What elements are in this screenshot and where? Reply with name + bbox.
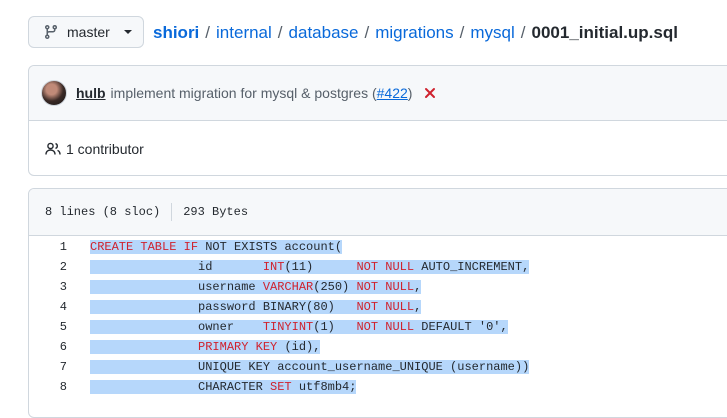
- selected-text: PRIMARY KEY (id),: [90, 340, 321, 354]
- x-icon[interactable]: [424, 87, 436, 99]
- file-info-divider: [171, 203, 173, 221]
- commit-author-link[interactable]: hulb: [76, 85, 106, 101]
- code-keyword: PRIMARY KEY: [198, 340, 278, 354]
- latest-commit-box: hulb implement migration for mysql & pos…: [28, 65, 727, 176]
- line-content: UNIQUE KEY account_username_UNIQUE (user…: [90, 357, 530, 377]
- code-line[interactable]: 5 owner TINYINT(1) NOT NULL DEFAULT '0',: [29, 317, 727, 337]
- breadcrumb-link-migrations[interactable]: migrations: [375, 23, 453, 43]
- latest-commit-row: hulb implement migration for mysql & pos…: [29, 66, 727, 121]
- git-branch-icon: [43, 24, 59, 40]
- caret-down-icon: [123, 27, 133, 37]
- line-number[interactable]: 8: [29, 377, 67, 397]
- line-content: username VARCHAR(250) NOT NULL,: [90, 277, 422, 297]
- breadcrumb-link-database[interactable]: database: [289, 23, 359, 43]
- selected-text: password BINARY(80) NOT NULL,: [90, 300, 422, 314]
- code-text: (11): [284, 260, 357, 274]
- code-text: UNIQUE KEY account_username_UNIQUE (user…: [90, 360, 530, 374]
- line-content: CHARACTER SET utf8mb4;: [90, 377, 357, 397]
- commit-message[interactable]: implement migration for mysql & postgres…: [111, 85, 413, 101]
- code-text: NOT EXISTS account(: [198, 240, 343, 254]
- code-text: id: [90, 260, 263, 274]
- line-number[interactable]: 7: [29, 357, 67, 377]
- line-content: id INT(11) NOT NULL AUTO_INCREMENT,: [90, 257, 530, 277]
- line-content: PRIMARY KEY (id),: [90, 337, 321, 357]
- contributors-row[interactable]: 1 contributor: [29, 121, 727, 177]
- file-line-count: 8 lines (8 sloc): [45, 205, 161, 219]
- branch-selector-button[interactable]: master: [28, 16, 144, 48]
- breadcrumb-separator: /: [277, 23, 283, 42]
- breadcrumb-link-internal[interactable]: internal: [216, 23, 272, 43]
- code-keyword: NOT NULL: [356, 300, 415, 314]
- breadcrumb-file-name: 0001_initial.up.sql: [531, 23, 678, 42]
- breadcrumb-separator: /: [459, 23, 465, 42]
- code-line[interactable]: 7 UNIQUE KEY account_username_UNIQUE (us…: [29, 357, 727, 377]
- breadcrumb-separator: /: [520, 23, 526, 42]
- code-text: DEFAULT '0',: [414, 320, 508, 334]
- selected-text: UNIQUE KEY account_username_UNIQUE (user…: [90, 360, 530, 374]
- code-keyword: CREATE TABLE IF: [90, 240, 199, 254]
- line-content: password BINARY(80) NOT NULL,: [90, 297, 422, 317]
- code-line[interactable]: 8 CHARACTER SET utf8mb4;: [29, 377, 727, 397]
- selected-text: id INT(11) NOT NULL AUTO_INCREMENT,: [90, 260, 530, 274]
- file-info-header: 8 lines (8 sloc) 293 Bytes: [29, 189, 727, 236]
- breadcrumb: shiori / internal / database / migration…: [153, 23, 678, 43]
- branch-name: master: [67, 24, 110, 40]
- selected-text: username VARCHAR(250) NOT NULL,: [90, 280, 422, 294]
- line-number[interactable]: 4: [29, 297, 67, 317]
- code-view[interactable]: 1 CREATE TABLE IF NOT EXISTS account( 2 id…: [29, 236, 727, 397]
- commit-message-end: ): [407, 85, 413, 101]
- code-text: AUTO_INCREMENT,: [414, 260, 530, 274]
- people-icon: [45, 141, 61, 157]
- breadcrumb-link-mysql[interactable]: mysql: [470, 23, 514, 43]
- commit-message-text: implement migration for mysql & postgres…: [110, 85, 377, 101]
- code-keyword: INT: [262, 260, 285, 274]
- code-text: utf8mb4;: [291, 380, 357, 394]
- breadcrumb-separator: /: [364, 23, 370, 42]
- code-keyword: VARCHAR: [262, 280, 314, 294]
- line-number[interactable]: 2: [29, 257, 67, 277]
- code-text: ,: [414, 300, 422, 314]
- selected-text: CREATE TABLE IF NOT EXISTS account(: [90, 240, 343, 254]
- line-number[interactable]: 5: [29, 317, 67, 337]
- code-keyword: NOT NULL: [356, 320, 415, 334]
- code-text: (1): [313, 320, 357, 334]
- code-text: owner: [90, 320, 263, 334]
- code-line[interactable]: 1 CREATE TABLE IF NOT EXISTS account(: [29, 237, 727, 257]
- line-content: CREATE TABLE IF NOT EXISTS account(: [90, 237, 343, 257]
- line-content: owner TINYINT(1) NOT NULL DEFAULT '0',: [90, 317, 508, 337]
- avatar[interactable]: [41, 80, 67, 106]
- line-number[interactable]: 3: [29, 277, 67, 297]
- code-text: ,: [414, 280, 422, 294]
- code-text: (id),: [277, 340, 321, 354]
- code-line[interactable]: 6 PRIMARY KEY (id),: [29, 337, 727, 357]
- code-keyword: NOT NULL: [356, 260, 415, 274]
- file-viewer: 8 lines (8 sloc) 293 Bytes 1 CREATE TABLE…: [28, 188, 727, 418]
- code-text: password BINARY(80): [90, 300, 357, 314]
- file-size: 293 Bytes: [183, 205, 249, 219]
- pull-request-link[interactable]: #422: [377, 85, 408, 101]
- breadcrumb-separator: /: [205, 23, 211, 42]
- selected-text: CHARACTER SET utf8mb4;: [90, 380, 357, 394]
- selected-text: owner TINYINT(1) NOT NULL DEFAULT '0',: [90, 320, 508, 334]
- code-text: username: [90, 280, 263, 294]
- code-line[interactable]: 3 username VARCHAR(250) NOT NULL,: [29, 277, 727, 297]
- code-text: CHARACTER: [90, 380, 271, 394]
- code-line[interactable]: 4 password BINARY(80) NOT NULL,: [29, 297, 727, 317]
- line-number[interactable]: 6: [29, 337, 67, 357]
- contributors-label: 1 contributor: [66, 141, 144, 157]
- code-text: (250): [313, 280, 357, 294]
- breadcrumb-repo-link[interactable]: shiori: [153, 23, 199, 43]
- code-line[interactable]: 2 id INT(11) NOT NULL AUTO_INCREMENT,: [29, 257, 727, 277]
- line-number[interactable]: 1: [29, 237, 67, 257]
- code-keyword: NOT NULL: [356, 280, 415, 294]
- code-keyword: TINYINT: [262, 320, 314, 334]
- code-keyword: SET: [270, 380, 292, 394]
